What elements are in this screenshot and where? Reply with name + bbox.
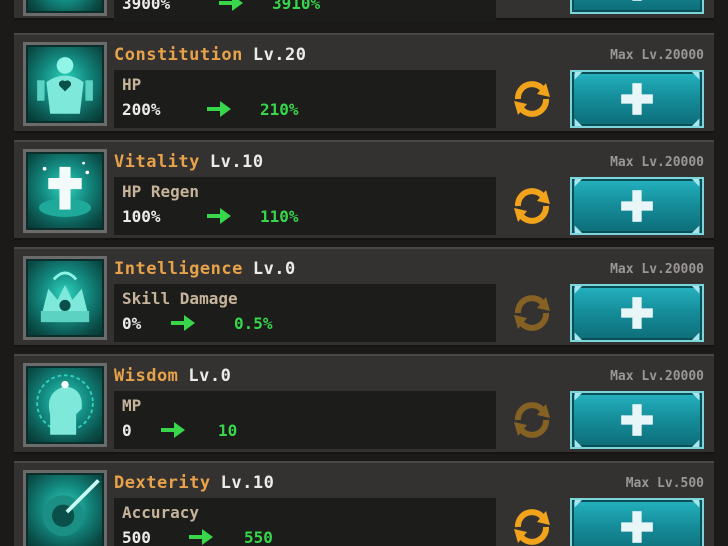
plus-icon (574, 286, 700, 340)
effect-current-value: 100% (122, 207, 161, 226)
effect-next-value: 210% (260, 100, 299, 119)
stat-upgrade-list: 3900% 3910% Constitution Lv.20 Max Lv.20… (0, 0, 728, 546)
plus-icon (574, 393, 700, 447)
max-level: Max Lv.20000 (610, 155, 704, 170)
reset-button[interactable] (510, 398, 554, 442)
max-level: Max Lv.20000 (610, 369, 704, 384)
stat-portrait-wisdom (23, 363, 107, 447)
stat-level: Lv.20 (252, 45, 307, 65)
stat-title: Constitution Lv.20 (114, 45, 307, 65)
stat-name: Dexterity (114, 473, 211, 493)
arrow-right-icon (207, 101, 231, 117)
upgrade-button[interactable] (570, 177, 704, 235)
upgrade-button[interactable] (570, 0, 704, 14)
stat-title: Dexterity Lv.10 (114, 473, 274, 493)
arrow-right-icon (161, 422, 185, 438)
reset-icon (514, 81, 550, 117)
reset-icon (514, 509, 550, 545)
crowned-brain-icon (40, 271, 90, 323)
effect-current-value: 200% (122, 100, 161, 119)
arrow-right-icon (219, 0, 243, 11)
reset-icon (514, 295, 550, 331)
stat-level: Lv.10 (209, 152, 264, 172)
upgrade-button[interactable] (570, 391, 704, 449)
reset-button[interactable] (510, 77, 554, 121)
heart-body-icon (37, 57, 93, 114)
stat-portrait-intelligence (23, 256, 107, 340)
stat-title: Wisdom Lv.0 (114, 366, 231, 386)
effect-box: HP 200% 210% (114, 70, 496, 128)
max-level: Max Lv.500 (625, 476, 704, 491)
stat-level: Lv.10 (220, 473, 275, 493)
stat-name: Constitution (114, 45, 243, 65)
effect-current-value: 3900% (122, 0, 171, 13)
stat-card-intelligence: Intelligence Lv.0 Max Lv.20000 Skill Dama… (14, 247, 714, 347)
effect-next-value: 550 (244, 528, 273, 546)
effect-name: Skill Damage (122, 289, 238, 308)
target-arrow-icon (42, 479, 100, 537)
effect-name: MP (122, 396, 142, 415)
effect-name: Accuracy (122, 503, 200, 522)
reset-icon (514, 188, 550, 224)
plus-icon (574, 72, 700, 126)
effect-current-value: 0 (122, 421, 132, 440)
stat-card-constitution: Constitution Lv.20 Max Lv.20000 HP 200% 2… (14, 33, 714, 133)
arrow-right-icon (189, 529, 213, 545)
stat-card-partial: 3900% 3910% (14, 0, 714, 22)
effect-box: Skill Damage 0% 0.5% (114, 284, 496, 342)
effect-box: HP Regen 100% 110% (114, 177, 496, 235)
stat-card-wisdom: Wisdom Lv.0 Max Lv.20000 MP 0 10 (14, 354, 714, 454)
stat-card-dexterity: Dexterity Lv.10 Max Lv.500 Accuracy 500 5… (14, 461, 714, 546)
effect-next-value: 110% (260, 207, 299, 226)
reset-icon (514, 402, 550, 438)
upgrade-button[interactable] (570, 70, 704, 128)
reset-button[interactable] (510, 184, 554, 228)
max-level: Max Lv.20000 (610, 48, 704, 63)
stat-title: Vitality Lv.10 (114, 152, 264, 172)
stat-portrait-vitality (23, 149, 107, 233)
stat-portrait (23, 0, 107, 16)
effect-next-value: 3910% (272, 0, 321, 13)
glowing-head-icon (36, 374, 94, 435)
stat-level: Lv.0 (252, 259, 296, 279)
upgrade-button[interactable] (570, 498, 704, 546)
holy-cross-icon (39, 161, 91, 217)
reset-button[interactable] (510, 0, 554, 2)
effect-current-value: 500 (122, 528, 151, 546)
stat-level: Lv.0 (188, 366, 232, 386)
plus-icon (574, 179, 700, 233)
effect-name: HP (122, 75, 142, 94)
reset-button[interactable] (510, 505, 554, 546)
effect-box: Accuracy 500 550 (114, 498, 496, 546)
stat-portrait-dexterity (23, 470, 107, 546)
stat-name: Vitality (114, 152, 200, 172)
arrow-right-icon (207, 208, 231, 224)
effect-next-value: 0.5% (234, 314, 273, 333)
arrow-right-icon (171, 315, 195, 331)
effect-box: MP 0 10 (114, 391, 496, 449)
stat-name: Intelligence (114, 259, 243, 279)
upgrade-button[interactable] (570, 284, 704, 342)
stat-portrait-constitution (23, 42, 107, 126)
reset-icon (510, 0, 554, 2)
reset-button[interactable] (510, 291, 554, 335)
stat-name: Wisdom (114, 366, 179, 386)
max-level: Max Lv.20000 (610, 262, 704, 277)
effect-box: 3900% 3910% (114, 0, 496, 22)
effect-current-value: 0% (122, 314, 142, 333)
effect-next-value: 10 (218, 421, 238, 440)
effect-name: HP Regen (122, 182, 200, 201)
plus-icon (574, 500, 700, 543)
plus-icon (632, 0, 642, 1)
stat-title: Intelligence Lv.0 (114, 259, 296, 279)
stat-card-vitality: Vitality Lv.10 Max Lv.20000 HP Regen 100%… (14, 140, 714, 240)
